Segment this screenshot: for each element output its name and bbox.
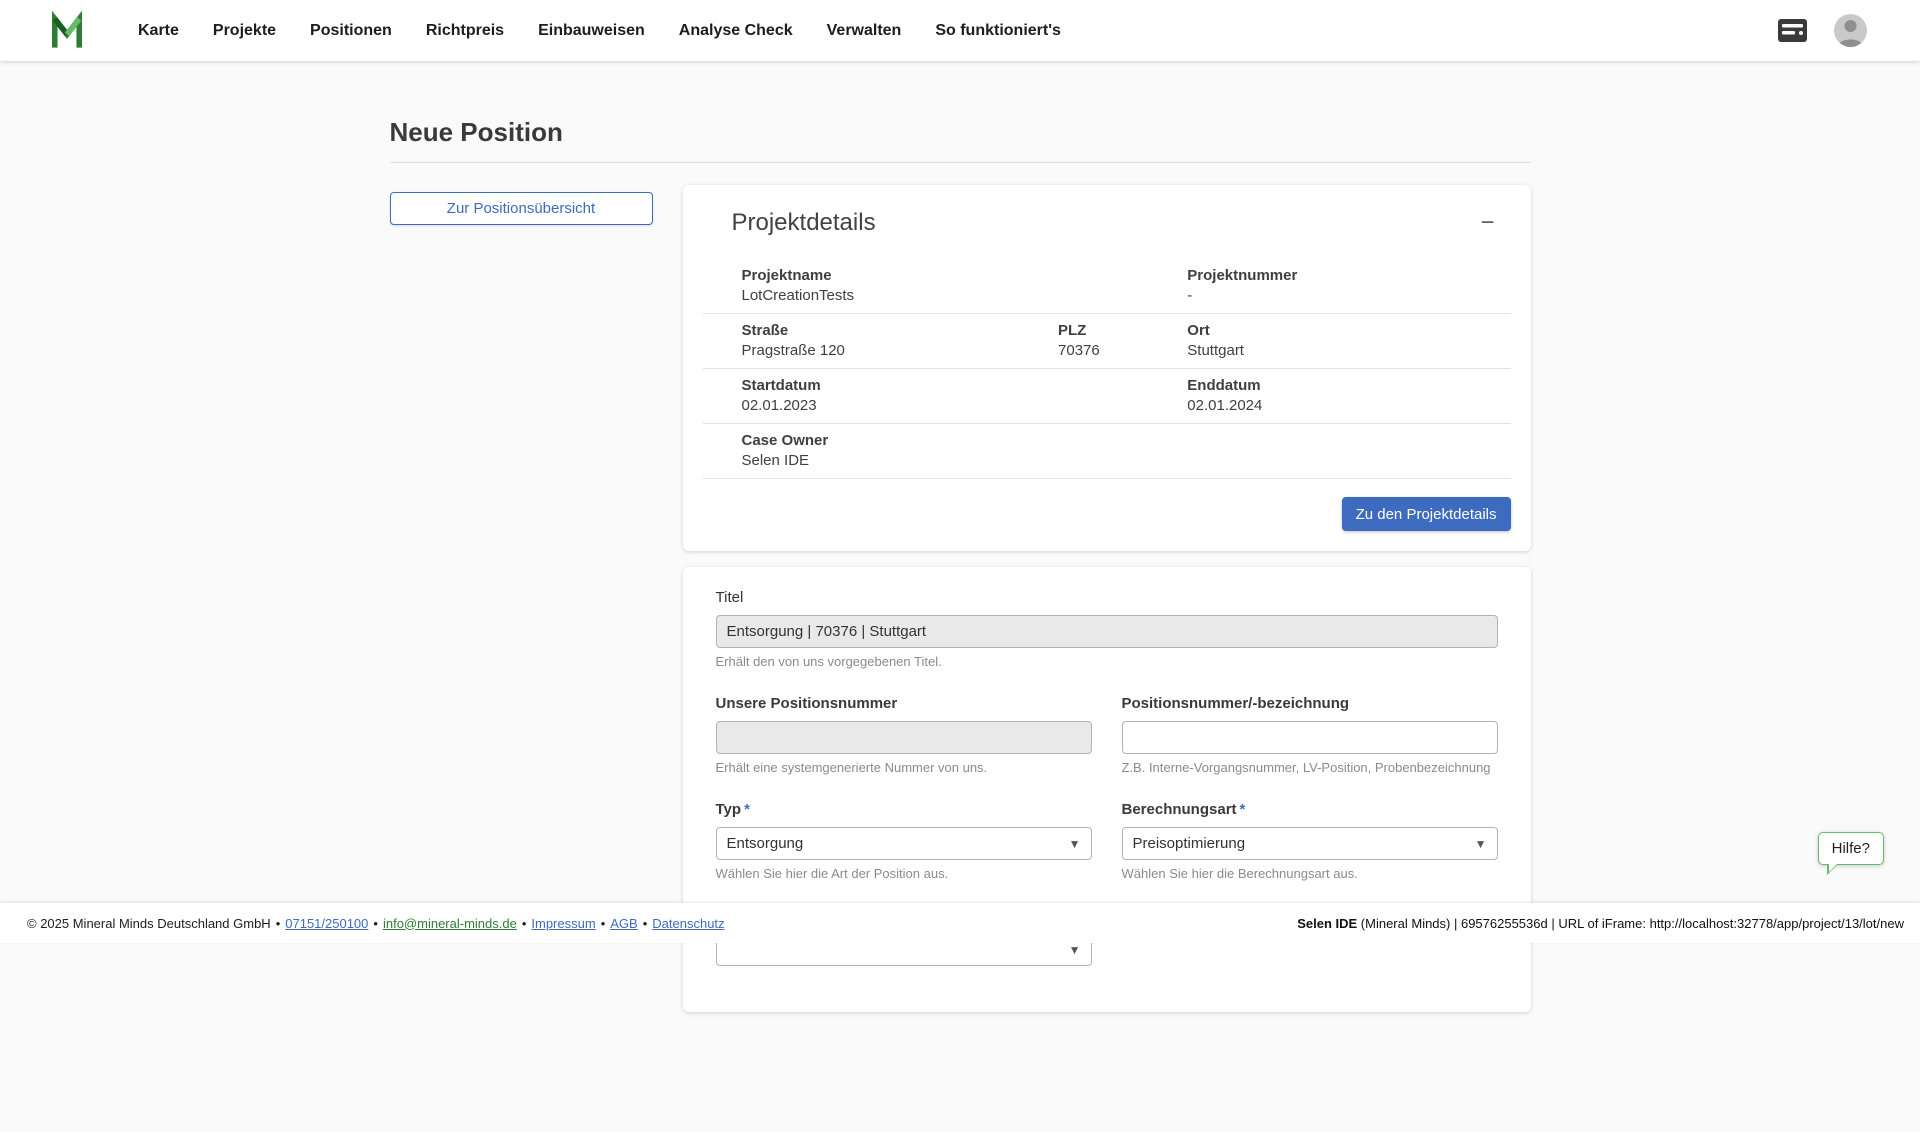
- navbar-right: [1777, 14, 1867, 47]
- top-navbar: Karte Projekte Positionen Richtpreis Ein…: [0, 0, 1920, 61]
- brand-logo[interactable]: [46, 10, 90, 52]
- berechnungsart-select[interactable]: Preisoptimierung ▼: [1122, 827, 1498, 860]
- titel-label: Titel: [716, 589, 1498, 606]
- titel-field-group: Titel Erhält den von uns vorgegebenen Ti…: [716, 589, 1498, 669]
- required-marker: *: [744, 801, 750, 818]
- session-info: Selen IDE (Mineral Minds) | 69576255536d…: [1297, 916, 1904, 931]
- berechnungsart-select-value: Preisoptimierung: [1133, 835, 1246, 852]
- unsere-positionsnummer-input: [716, 721, 1092, 754]
- table-row: Case Owner Selen IDE: [703, 424, 1511, 479]
- berechnungsart-label: Berechnungsart*: [1122, 801, 1498, 818]
- agb-link[interactable]: AGB: [610, 916, 637, 931]
- server-icon[interactable]: [1777, 17, 1808, 44]
- datenschutz-link[interactable]: Datenschutz: [652, 916, 724, 931]
- typ-select[interactable]: Entsorgung ▼: [716, 827, 1092, 860]
- separator: •: [276, 916, 281, 931]
- separator: •: [643, 916, 648, 931]
- unsere-positionsnummer-field-group: Unsere Positionsnummer Erhält eine syste…: [716, 695, 1092, 775]
- positionsnummer-help: Z.B. Interne-Vorgangsnummer, LV-Position…: [1122, 760, 1498, 775]
- empty-cell: [1058, 377, 1187, 414]
- unsere-positionsnummer-label: Unsere Positionsnummer: [716, 695, 1092, 712]
- phone-link[interactable]: 07151/250100: [285, 916, 368, 931]
- hilfe-button[interactable]: Hilfe?: [1818, 832, 1884, 865]
- project-detail-table: Projektname LotCreationTests Projektnumm…: [703, 259, 1511, 479]
- table-row: Straße Pragstraße 120 PLZ 70376 Ort Stut…: [703, 314, 1511, 369]
- empty-cell: [1187, 432, 1510, 469]
- nav-item-verwalten[interactable]: Verwalten: [827, 22, 902, 40]
- right-column: Projektdetails − Projektname LotCreation…: [683, 185, 1531, 1132]
- positionsnummer-field-group: Positionsnummer/-bezeichnung Z.B. Intern…: [1122, 695, 1498, 775]
- email-link[interactable]: info@mineral-minds.de: [383, 916, 517, 931]
- positionsnummer-label: Positionsnummer/-bezeichnung: [1122, 695, 1498, 712]
- separator: •: [522, 916, 527, 931]
- strasse-cell: Straße Pragstraße 120: [703, 322, 1059, 359]
- empty-cell: [1058, 267, 1187, 304]
- nav-item-richtpreis[interactable]: Richtpreis: [426, 22, 504, 40]
- footer-left: © 2025 Mineral Minds Deutschland GmbH • …: [27, 916, 725, 931]
- collapse-card-button[interactable]: −: [1472, 209, 1502, 237]
- nav-item-projekte[interactable]: Projekte: [213, 22, 276, 40]
- unsere-positionsnummer-help: Erhält eine systemgenerierte Nummer von …: [716, 760, 1092, 775]
- zu-den-projektdetails-button[interactable]: Zu den Projektdetails: [1342, 497, 1511, 531]
- startdatum-cell: Startdatum 02.01.2023: [703, 377, 1059, 414]
- nav-item-einbauweisen[interactable]: Einbauweisen: [538, 22, 645, 40]
- typ-help: Wählen Sie hier die Art der Position aus…: [716, 866, 1092, 881]
- titel-help: Erhält den von uns vorgegebenen Titel.: [716, 654, 1498, 669]
- projektnummer-cell: Projektnummer -: [1187, 267, 1510, 304]
- separator: •: [601, 916, 606, 931]
- projektname-cell: Projektname LotCreationTests: [703, 267, 1059, 304]
- page-title: Neue Position: [390, 117, 1531, 163]
- table-row: Startdatum 02.01.2023 Enddatum 02.01.202…: [703, 369, 1511, 424]
- empty-cell: [1058, 432, 1187, 469]
- separator: •: [373, 916, 378, 931]
- chevron-down-icon: ▼: [1069, 837, 1081, 851]
- positionsnummer-input[interactable]: [1122, 721, 1498, 754]
- plz-cell: PLZ 70376: [1058, 322, 1187, 359]
- projektdetails-title: Projektdetails: [732, 209, 876, 237]
- projektdetails-card: Projektdetails − Projektname LotCreation…: [683, 185, 1531, 551]
- left-column: Zur Positionsübersicht: [390, 185, 653, 225]
- typ-label: Typ*: [716, 801, 1092, 818]
- typ-field-group: Typ* Entsorgung ▼ Wählen Sie hier die Ar…: [716, 801, 1092, 881]
- case-owner-cell: Case Owner Selen IDE: [703, 432, 1059, 469]
- user-avatar[interactable]: [1834, 14, 1867, 47]
- chevron-down-icon: ▼: [1069, 943, 1081, 957]
- session-user: Selen IDE: [1297, 916, 1357, 931]
- typ-select-value: Entsorgung: [727, 835, 804, 852]
- session-details: (Mineral Minds) | 69576255536d | URL of …: [1357, 916, 1904, 931]
- main-content: Neue Position Zur Positionsübersicht Pro…: [0, 61, 1920, 1132]
- mineral-minds-logo-icon: [46, 11, 88, 51]
- table-row: Projektname LotCreationTests Projektnumm…: [703, 259, 1511, 314]
- required-marker: *: [1240, 801, 1246, 818]
- nav-item-positionen[interactable]: Positionen: [310, 22, 392, 40]
- main-nav: Karte Projekte Positionen Richtpreis Ein…: [138, 22, 1061, 40]
- nav-item-so-funktionierts[interactable]: So funktioniert's: [935, 22, 1061, 40]
- copyright-text: © 2025 Mineral Minds Deutschland GmbH: [27, 916, 271, 931]
- person-icon: [1834, 14, 1867, 47]
- enddatum-cell: Enddatum 02.01.2024: [1187, 377, 1510, 414]
- page-footer: © 2025 Mineral Minds Deutschland GmbH • …: [0, 903, 1920, 943]
- zur-positionsuebersicht-button[interactable]: Zur Positionsübersicht: [390, 192, 653, 225]
- titel-input: [716, 615, 1498, 648]
- nav-item-analyse-check[interactable]: Analyse Check: [679, 22, 793, 40]
- berechnungsart-field-group: Berechnungsart* Preisoptimierung ▼ Wähle…: [1122, 801, 1498, 881]
- ort-cell: Ort Stuttgart: [1187, 322, 1510, 359]
- nav-item-karte[interactable]: Karte: [138, 22, 179, 40]
- chevron-down-icon: ▼: [1475, 837, 1487, 851]
- berechnungsart-help: Wählen Sie hier die Berechnungsart aus.: [1122, 866, 1498, 881]
- impressum-link[interactable]: Impressum: [531, 916, 595, 931]
- neue-position-form-card: Titel Erhält den von uns vorgegebenen Ti…: [683, 567, 1531, 1012]
